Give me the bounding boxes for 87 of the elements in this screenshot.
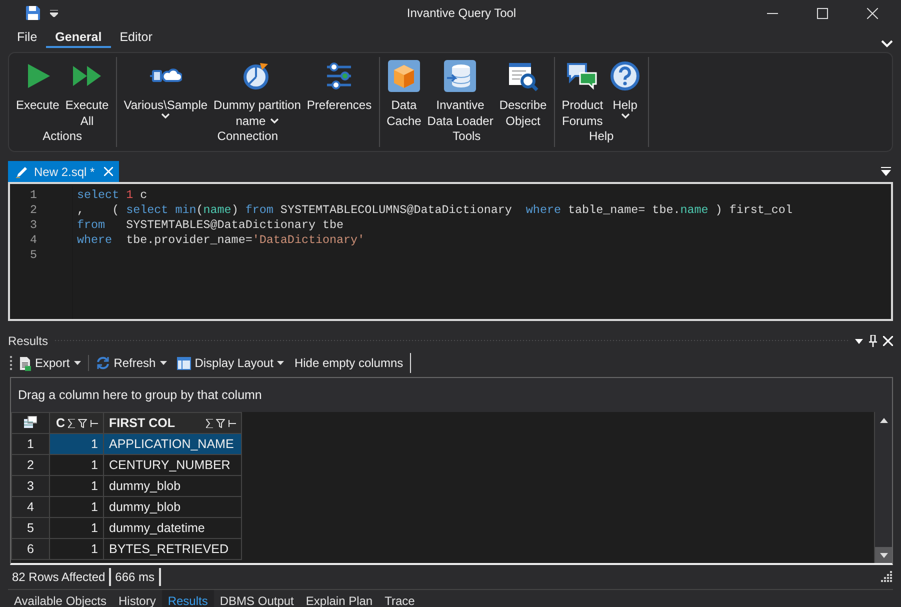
line-number: 4 <box>29 233 38 248</box>
group-label: Tools <box>452 129 482 145</box>
scroll-up-icon[interactable] <box>880 418 888 422</box>
ribbon-button[interactable]: Describe Object <box>496 57 550 129</box>
ribbon-button[interactable]: Data Cache <box>384 57 424 129</box>
line-number: 3 <box>29 218 38 233</box>
line-number: 5 <box>29 248 38 263</box>
ribbon-button[interactable]: Product Forums <box>558 57 606 129</box>
menu-tab[interactable]: General <box>46 30 111 48</box>
window-title: Invantive Query Tool <box>406 6 518 20</box>
status-text: 82 Rows Affected <box>8 568 112 586</box>
code-line: where tbe.provider_name='DataDictionary' <box>77 233 366 248</box>
toolbar-button[interactable]: Refresh <box>92 356 170 370</box>
code-line: from SYSTEMTABLES@DataDictionary tbe <box>77 218 345 233</box>
row-number[interactable]: 4 <box>12 496 50 518</box>
filter-icon[interactable] <box>216 418 225 428</box>
caret-icon <box>160 361 167 365</box>
dropdown-icon[interactable] <box>855 338 863 344</box>
table-cell: CENTURY_NUMBER <box>104 454 242 476</box>
chat-icon <box>566 60 598 92</box>
table-cell: dummy_blob <box>104 476 242 496</box>
panel-tab[interactable]: Results <box>162 590 214 607</box>
ribbon-button[interactable]: Preferences <box>304 57 375 129</box>
table-cell: dummy_datetime <box>104 518 242 538</box>
table-cell: 1 <box>50 454 104 476</box>
panel-tab[interactable]: Trace <box>378 590 421 607</box>
code-line: select 1 c <box>77 188 148 203</box>
table-cell: 1 <box>50 434 104 454</box>
toolbar-button[interactable]: Hide empty columns <box>291 356 406 370</box>
ribbon-button[interactable]: Help <box>606 57 644 129</box>
document-search-icon <box>507 60 540 92</box>
row-number[interactable]: 2 <box>12 454 50 476</box>
group-label: Actions <box>42 129 84 145</box>
dropdown-icon[interactable] <box>50 10 58 16</box>
line-number: 2 <box>29 203 38 218</box>
table-cell: 1 <box>50 496 104 518</box>
table-cell: APPLICATION_NAME <box>104 434 242 454</box>
table-cell: dummy_blob <box>104 496 242 518</box>
column-header[interactable]: FIRST COL <box>104 412 242 434</box>
ribbon-button[interactable]: Various\Sample <box>120 57 211 129</box>
row-number[interactable]: 3 <box>12 476 50 496</box>
refresh-icon <box>96 356 110 370</box>
caret-icon <box>161 113 170 119</box>
caret-icon <box>277 361 284 365</box>
help-icon <box>609 60 642 92</box>
group-label: Connection <box>216 129 280 145</box>
row-number[interactable]: 1 <box>12 434 50 454</box>
export-icon <box>19 356 31 370</box>
ribbon-button[interactable]: Dummy partition name <box>210 57 304 129</box>
save-icon[interactable] <box>26 6 40 20</box>
caret-icon <box>74 361 81 365</box>
cube-icon <box>388 60 420 92</box>
line-number: 1 <box>29 188 38 203</box>
maximize-icon[interactable] <box>816 8 828 18</box>
status-text: 666 ms <box>111 568 161 586</box>
resize-grip-icon[interactable] <box>879 570 893 584</box>
sum-icon[interactable] <box>206 418 213 428</box>
column-header[interactable]: C <box>50 412 104 434</box>
panel-title: Results <box>8 334 48 348</box>
code-line: , ( select min(name) from SYSTEMTABLECOLUMNS@DataDictionary where table_name= tbe.name ) first_col <box>77 203 794 218</box>
scroll-down-icon[interactable] <box>880 552 888 558</box>
layout-icon <box>176 356 191 370</box>
menu-tab[interactable]: Editor <box>110 30 162 48</box>
row-number[interactable]: 5 <box>12 518 50 538</box>
toolbar-button[interactable]: Export <box>16 356 84 370</box>
table-cell: 1 <box>50 476 104 496</box>
pencil-icon <box>16 166 29 178</box>
toolbar-button[interactable]: Display Layout <box>174 356 288 370</box>
collapse-ribbon-icon[interactable] <box>881 40 893 48</box>
sum-icon[interactable] <box>68 418 75 428</box>
close-icon[interactable] <box>866 8 878 18</box>
caret-icon <box>620 113 630 119</box>
column-chooser-icon[interactable] <box>24 416 37 428</box>
table-cell: BYTES_RETRIEVED <box>104 538 242 560</box>
database-icon <box>444 60 476 92</box>
table-cell: 1 <box>50 518 104 538</box>
document-tab[interactable]: New 2.sql * <box>8 161 119 182</box>
menu-tab[interactable]: File <box>8 30 46 48</box>
filter-icon[interactable] <box>78 418 87 428</box>
dropdown-icon[interactable] <box>881 167 891 176</box>
ribbon-button[interactable]: Execute <box>13 57 62 129</box>
row-number[interactable]: 6 <box>12 538 50 560</box>
table-cell: 1 <box>50 538 104 560</box>
ribbon-button[interactable]: Invantive Data Loader <box>424 57 496 129</box>
group-label: Help <box>588 129 615 145</box>
caret-icon <box>270 118 279 124</box>
ribbon-button[interactable]: Execute All <box>62 57 112 129</box>
